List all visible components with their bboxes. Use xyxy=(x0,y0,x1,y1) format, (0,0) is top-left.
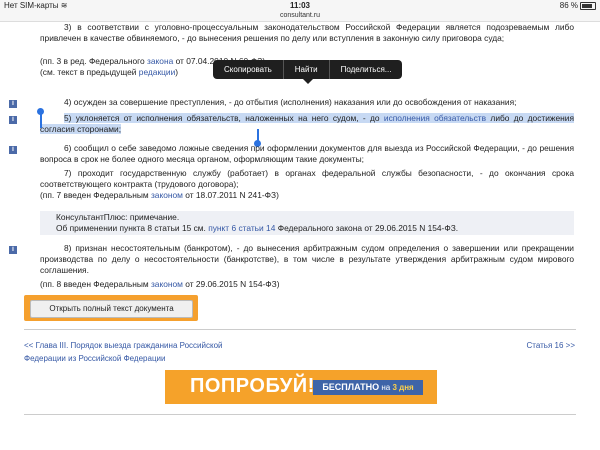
divider xyxy=(24,414,576,415)
item-8: 8) признан несостоятельным (банкротом), … xyxy=(40,243,574,275)
battery-indicator: 86 % xyxy=(560,0,596,11)
open-full-text-frame: Открыть полный текст документа xyxy=(24,295,198,321)
item-7-amendment-note: (пп. 7 введен Федеральным законом от 18.… xyxy=(40,190,279,200)
item-3: 3) в соответствии с уголовно-процессуаль… xyxy=(40,22,574,43)
item-6: 6) сообщил о себе заведомо ложные сведен… xyxy=(40,143,574,164)
banner-title: ПОПРОБУЙ! xyxy=(190,375,315,397)
item-8-amendment-note: (пп. 8 введен Федеральным законом от 29.… xyxy=(40,279,280,289)
law-link[interactable]: законом xyxy=(151,190,183,200)
note-body: Об применении пункта 8 статьи 15 см. пун… xyxy=(56,223,459,233)
find-menu-item[interactable]: Найти xyxy=(284,60,330,79)
next-article-link[interactable]: Статья 16 >> xyxy=(527,339,575,352)
menu-pointer xyxy=(303,79,313,84)
free-trial-badge: БЕСПЛАТНО на 3 дня xyxy=(313,380,423,395)
copy-menu-item[interactable]: Скопировать xyxy=(213,60,284,79)
selection-end-handle[interactable] xyxy=(254,129,261,147)
law-link[interactable]: закона xyxy=(147,56,173,66)
item-7: 7) проходит государственную службу (рабо… xyxy=(40,168,574,189)
battery-icon xyxy=(580,1,596,10)
status-bar: Нет SIM-карты ︎≋ 11:03 86 % xyxy=(0,0,600,11)
item-4: 4) осужден за совершение преступления, -… xyxy=(64,97,517,107)
consultant-note: КонсультантПлюс: примечание. Об применен… xyxy=(40,211,574,235)
prev-chapter-link[interactable]: << Глава III. Порядок выезда гражданина … xyxy=(24,339,239,365)
info-icon[interactable]: i xyxy=(9,100,17,108)
open-full-text-button[interactable]: Открыть полный текст документа xyxy=(30,300,193,318)
clock: 11:03 xyxy=(289,1,311,10)
item-5: 5) уклоняется от исполнения обязательств… xyxy=(40,113,575,134)
obligations-link[interactable]: исполнения обязательств xyxy=(384,113,486,123)
info-icon[interactable]: i xyxy=(9,246,17,254)
previous-edition-link[interactable]: редакции xyxy=(139,67,176,77)
divider xyxy=(24,329,576,330)
trial-banner[interactable]: ПОПРОБУЙ! БЕСПЛАТНО на 3 дня xyxy=(165,370,437,404)
article-link[interactable]: пункт 6 статьи 14 xyxy=(208,223,275,233)
law-link[interactable]: законом xyxy=(151,279,183,289)
selection-start-handle[interactable] xyxy=(37,108,44,128)
text-selection-menu: Скопировать Найти Поделиться... xyxy=(213,60,403,79)
note-title: КонсультантПлюс: примечание. xyxy=(56,212,180,222)
share-menu-item[interactable]: Поделиться... xyxy=(330,60,403,79)
info-icon[interactable]: i xyxy=(9,116,17,124)
info-icon[interactable]: i xyxy=(9,146,17,154)
url-bar[interactable]: consultant.ru xyxy=(0,11,600,22)
